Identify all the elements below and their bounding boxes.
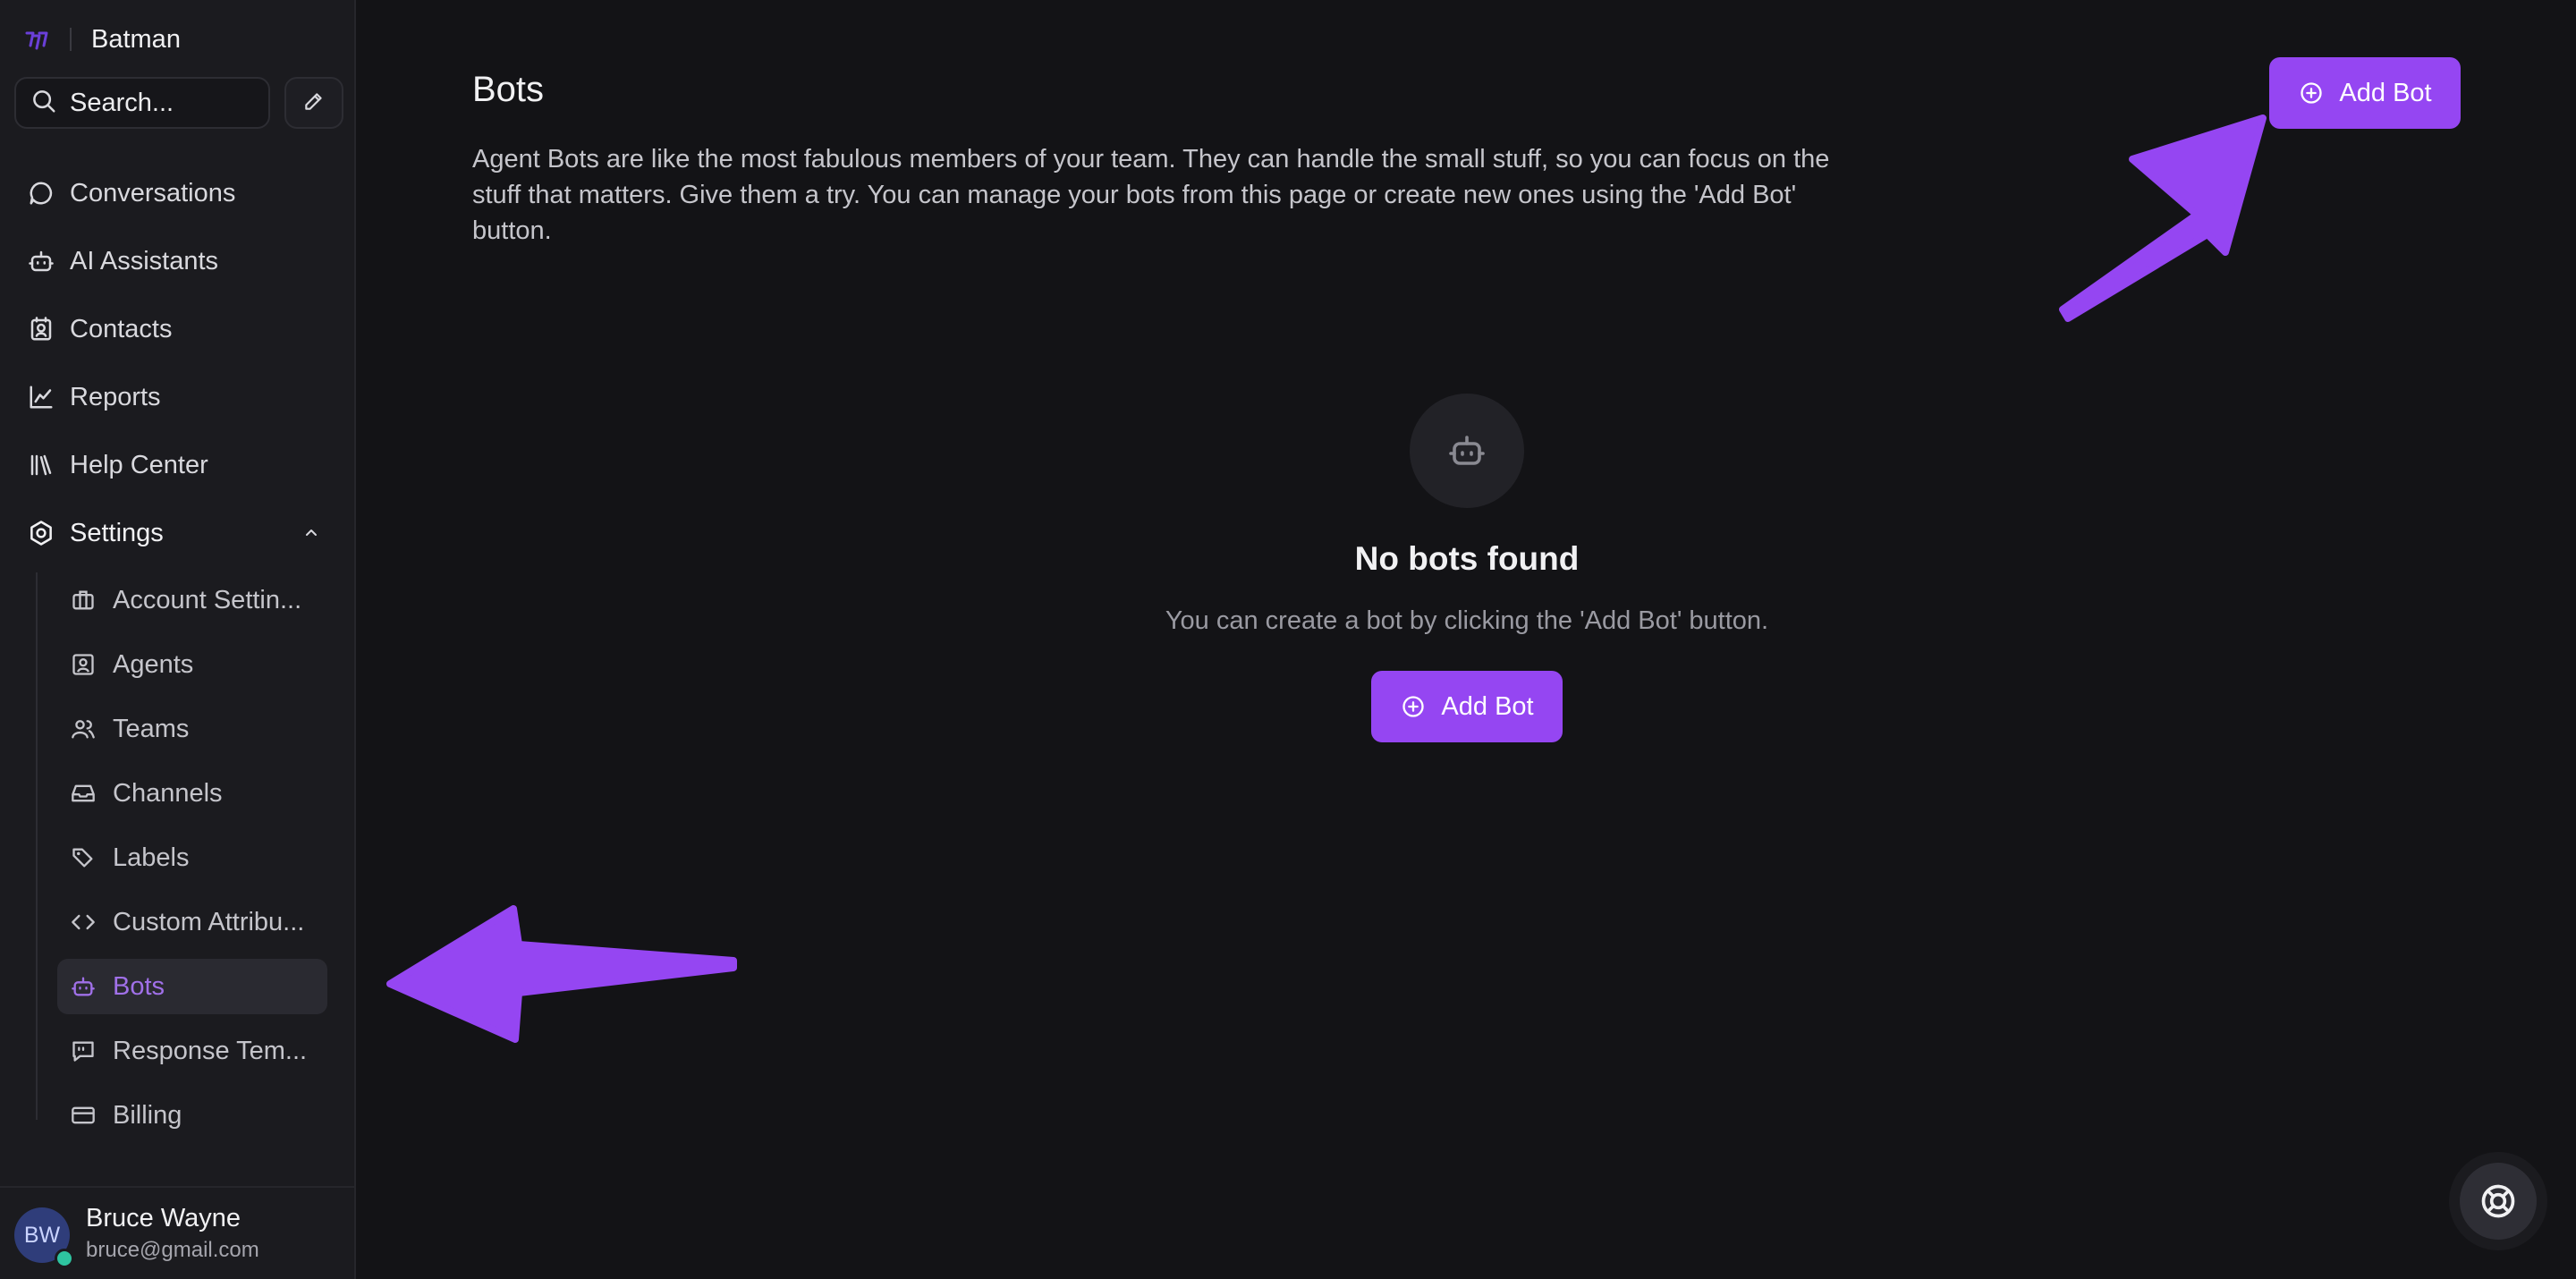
help-support-button[interactable] bbox=[2449, 1152, 2547, 1250]
life-buoy-icon bbox=[2460, 1163, 2537, 1240]
annotation-arrows bbox=[386, 114, 2267, 1043]
annotation-arrow-left bbox=[386, 905, 737, 1043]
annotation-arrow-top-right bbox=[2059, 114, 2267, 322]
